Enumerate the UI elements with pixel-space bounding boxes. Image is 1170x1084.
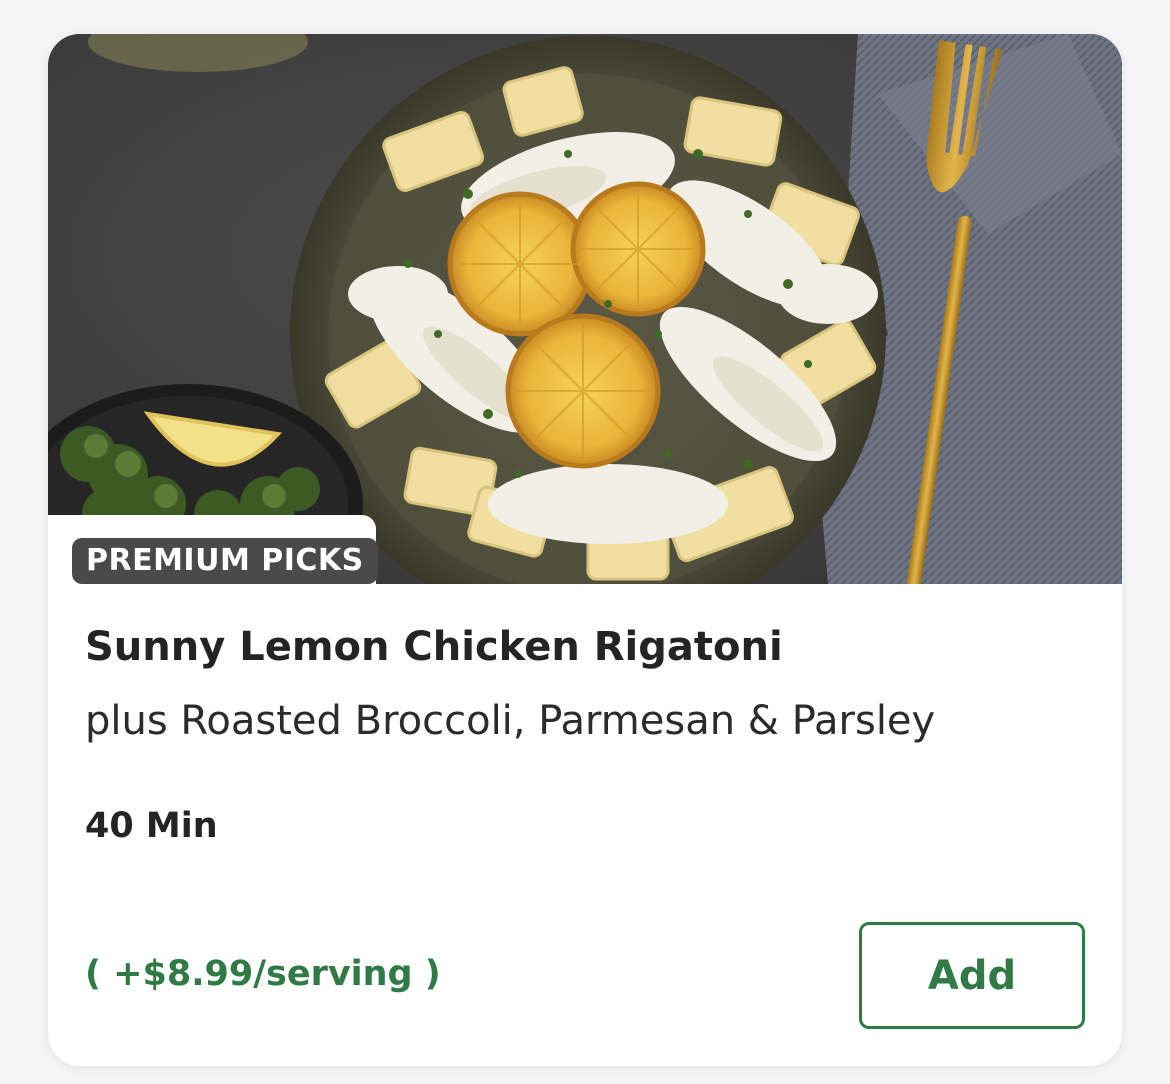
recipe-photo xyxy=(48,34,1122,584)
recipe-subtitle: plus Roasted Broccoli, Parmesan & Parsle… xyxy=(85,698,936,744)
recipe-card[interactable]: PREMIUM PICKS Sunny Lemon Chicken Rigato… xyxy=(48,34,1122,1066)
add-button[interactable]: Add xyxy=(859,922,1085,1029)
premium-badge: PREMIUM PICKS xyxy=(72,538,378,584)
recipe-image[interactable] xyxy=(48,34,1122,584)
price-per-serving: ( +$8.99/serving ) xyxy=(85,954,441,994)
cook-time: 40 Min xyxy=(85,806,218,846)
recipe-title[interactable]: Sunny Lemon Chicken Rigatoni xyxy=(85,624,783,670)
